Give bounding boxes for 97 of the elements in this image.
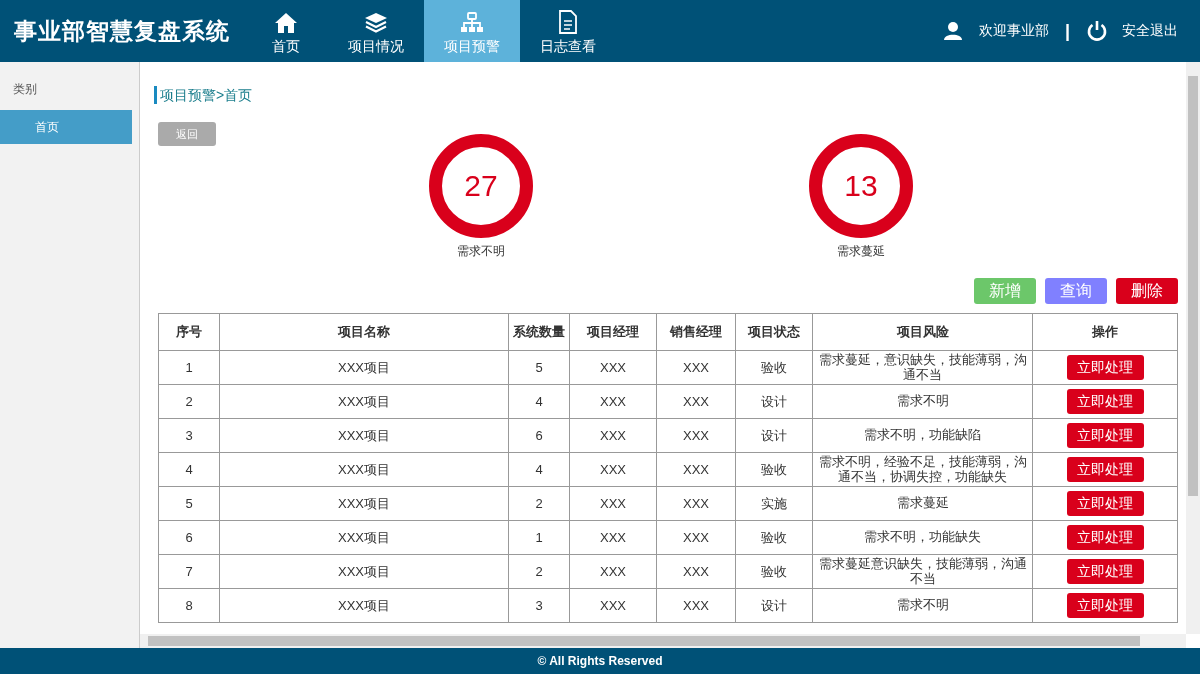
app-title: 事业部智慧复盘系统 (13, 15, 231, 46)
table-cell: XXX项目 (219, 520, 509, 555)
table-cell: 1 (158, 350, 220, 385)
vertical-scrollbar[interactable] (1186, 62, 1200, 634)
column-header: 项目名称 (219, 313, 509, 351)
home-icon (274, 12, 298, 34)
table-cell: 实施 (735, 486, 813, 521)
handle-button[interactable]: 立即处理 (1066, 491, 1144, 516)
table-cell: XXX (656, 588, 736, 623)
nav-tab[interactable]: 项目情况 (328, 0, 424, 62)
table-cell: 需求蔓延 (812, 486, 1033, 521)
table-cell: 6 (158, 520, 220, 555)
table-cell: XXX (656, 452, 736, 487)
column-header: 序号 (158, 313, 220, 351)
count-ring: 13 (809, 134, 913, 238)
table-cell: XXX (569, 554, 657, 589)
table-cell: 需求蔓延，意识缺失，技能薄弱，沟通不当 (812, 350, 1033, 385)
table-cell: 3 (508, 588, 570, 623)
table-cell: 5 (508, 350, 570, 385)
table-cell: XXX项目 (219, 384, 509, 419)
handle-button[interactable]: 立即处理 (1066, 525, 1144, 550)
layers-icon (364, 12, 388, 34)
handle-button[interactable]: 立即处理 (1066, 559, 1144, 584)
table-cell: 设计 (735, 384, 813, 419)
horizontal-scrollbar[interactable] (140, 634, 1186, 648)
handle-button[interactable]: 立即处理 (1066, 389, 1144, 414)
table-cell: 需求不明，经验不足，技能薄弱，沟通不当，协调失控，功能缺失 (812, 452, 1033, 487)
table-cell: 验收 (735, 350, 813, 385)
table-cell: 验收 (735, 452, 813, 487)
stat-label: 需求蔓延 (837, 243, 885, 260)
table-cell: 验收 (735, 520, 813, 555)
separator-text: | (1064, 20, 1070, 42)
table-cell: XXX (656, 418, 736, 453)
table-cell: 4 (508, 452, 570, 487)
nav-tab[interactable]: 首页 (244, 0, 328, 62)
table-cell: 4 (158, 452, 220, 487)
table-cell: 5 (158, 486, 220, 521)
column-header: 项目经理 (569, 313, 657, 351)
logout-link[interactable]: 安全退出 (1122, 22, 1178, 40)
table-cell: XXX (569, 418, 657, 453)
count-ring: 27 (429, 134, 533, 238)
table-cell: 1 (508, 520, 570, 555)
table-cell: XXX (656, 554, 736, 589)
table-cell: 4 (508, 384, 570, 419)
user-icon (942, 21, 963, 41)
table-cell: XXX (656, 384, 736, 419)
action-button[interactable]: 删除 (1116, 278, 1178, 304)
table-cell: 6 (508, 418, 570, 453)
power-icon (1086, 20, 1108, 42)
table-cell: 2 (158, 384, 220, 419)
stat-label: 需求不明 (457, 243, 505, 260)
column-header: 项目状态 (735, 313, 813, 351)
table-cell: 2 (508, 486, 570, 521)
sidebar-heading: 类别 (12, 81, 38, 98)
breadcrumb: 项目预警>首页 (154, 86, 1178, 104)
table-cell: XXX项目 (219, 554, 509, 589)
table-cell: XXX (569, 350, 657, 385)
nav-tab[interactable]: 日志查看 (520, 0, 616, 62)
table-cell: XXX (656, 520, 736, 555)
handle-button[interactable]: 立即处理 (1066, 355, 1144, 380)
table-cell: 需求蔓延意识缺失，技能薄弱，沟通不当 (812, 554, 1033, 589)
table-cell: XXX项目 (219, 486, 509, 521)
table-cell: XXX (569, 452, 657, 487)
welcome-text: 欢迎事业部 (978, 22, 1049, 40)
table-cell: 需求不明，功能缺陷 (812, 418, 1033, 453)
column-header: 项目风险 (812, 313, 1033, 351)
handle-button[interactable]: 立即处理 (1066, 593, 1144, 618)
sitemap-icon (460, 12, 484, 34)
table-cell: 设计 (735, 588, 813, 623)
column-header: 操作 (1032, 313, 1178, 351)
table-cell: XXX项目 (219, 418, 509, 453)
action-button[interactable]: 查询 (1045, 278, 1107, 304)
table-cell: XXX (656, 350, 736, 385)
table-cell: 需求不明 (812, 588, 1033, 623)
table-cell: 7 (158, 554, 220, 589)
table-cell: XXX (656, 486, 736, 521)
table-cell: XXX (569, 486, 657, 521)
column-header: 销售经理 (656, 313, 736, 351)
table-cell: 8 (158, 588, 220, 623)
table-cell: XXX (569, 520, 657, 555)
table-cell: 3 (158, 418, 220, 453)
table-cell: XXX (569, 384, 657, 419)
table-cell: 需求不明，功能缺失 (812, 520, 1033, 555)
table-cell: XXX (569, 588, 657, 623)
table-cell: XXX项目 (219, 350, 509, 385)
table-cell: 验收 (735, 554, 813, 589)
table-cell: XXX项目 (219, 588, 509, 623)
sidebar-item[interactable]: 首页 (0, 110, 132, 144)
table-cell: 需求不明 (812, 384, 1033, 419)
table-cell: 2 (508, 554, 570, 589)
document-icon (558, 10, 578, 34)
handle-button[interactable]: 立即处理 (1066, 457, 1144, 482)
table-cell: XXX项目 (219, 452, 509, 487)
table-cell: 设计 (735, 418, 813, 453)
footer-text: © All Rights Reserved (0, 648, 1200, 674)
column-header: 系统数量 (508, 313, 570, 351)
handle-button[interactable]: 立即处理 (1066, 423, 1144, 448)
